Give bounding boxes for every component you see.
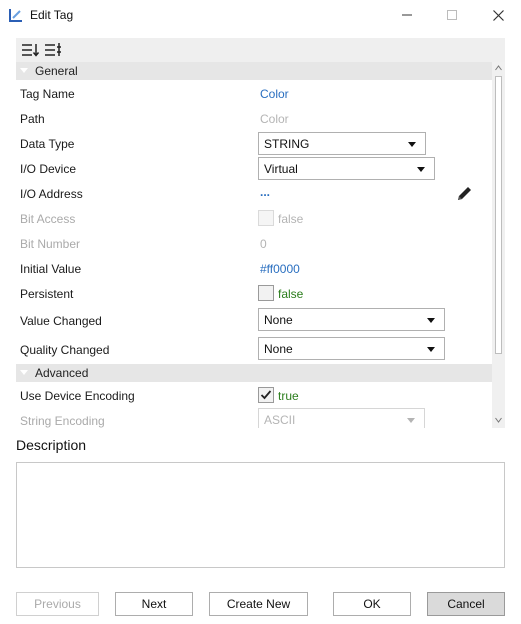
property-label: Initial Value <box>20 262 82 276</box>
use-device-encoding-value: true <box>278 389 299 403</box>
property-label: I/O Address <box>20 187 83 201</box>
next-button[interactable]: Next <box>115 592 193 616</box>
property-use-device-encoding[interactable]: Use Device Encoding true <box>16 383 492 408</box>
quality-changed-select[interactable]: None <box>258 337 445 360</box>
property-tag-name[interactable]: Tag Name Color <box>16 81 492 106</box>
category-label: Advanced <box>35 366 89 380</box>
property-label: Value Changed <box>20 314 102 328</box>
sort-categorized-button[interactable] <box>21 41 40 59</box>
create-new-button[interactable]: Create New <box>209 592 308 616</box>
string-encoding-selected: ASCII <box>264 413 296 427</box>
string-encoding-select: ASCII <box>258 408 425 428</box>
quality-changed-selected: None <box>264 342 293 356</box>
scroll-up-icon[interactable] <box>495 65 502 71</box>
property-label: Use Device Encoding <box>20 389 135 403</box>
minimize-button[interactable] <box>384 0 430 30</box>
property-initial-value[interactable]: Initial Value #ff0000 <box>16 256 492 281</box>
property-bit-access: Bit Access false <box>16 206 492 231</box>
close-icon <box>492 9 504 21</box>
close-button[interactable] <box>475 0 521 30</box>
property-persistent[interactable]: Persistent false <box>16 281 492 306</box>
app-icon <box>9 9 22 22</box>
property-label: Path <box>20 112 45 126</box>
sort-alphabetical-button[interactable] <box>44 41 62 59</box>
property-grid: General Tag Name Color Path Color Data T… <box>16 62 505 428</box>
property-value-changed[interactable]: Value Changed None <box>16 308 492 333</box>
data-type-selected: STRING <box>264 137 310 151</box>
description-label: Description <box>16 437 87 453</box>
window-title: Edit Tag <box>30 8 74 22</box>
use-device-encoding-checkbox[interactable] <box>258 387 274 403</box>
edit-address-button[interactable] <box>456 185 473 202</box>
property-data-type[interactable]: Data Type STRING <box>16 131 492 156</box>
tag-name-value[interactable]: Color <box>260 87 289 101</box>
persistent-checkbox[interactable] <box>258 285 274 301</box>
property-label: Persistent <box>20 287 74 301</box>
io-device-select[interactable]: Virtual <box>258 157 435 180</box>
property-string-encoding: String Encoding ASCII <box>16 408 492 428</box>
category-label: General <box>35 64 78 78</box>
collapse-arrow-icon <box>20 68 28 73</box>
data-type-select[interactable]: STRING <box>258 132 426 155</box>
collapse-arrow-icon <box>20 370 28 375</box>
io-address-value[interactable]: ... <box>260 185 270 199</box>
property-label: Data Type <box>20 137 75 151</box>
io-device-selected: Virtual <box>264 162 298 176</box>
checkmark-icon <box>260 390 272 400</box>
category-advanced[interactable]: Advanced <box>16 364 492 382</box>
description-textarea[interactable] <box>16 462 505 568</box>
bit-access-value: false <box>278 212 304 226</box>
dropdown-arrow-icon <box>417 167 425 172</box>
property-label: I/O Device <box>20 162 77 176</box>
property-bit-number: Bit Number 0 <box>16 231 492 256</box>
value-changed-selected: None <box>264 313 293 327</box>
property-label: Quality Changed <box>20 343 110 357</box>
ok-button[interactable]: OK <box>333 592 411 616</box>
value-changed-select[interactable]: None <box>258 308 445 331</box>
bit-number-value: 0 <box>260 237 267 251</box>
dropdown-arrow-icon <box>407 418 415 423</box>
property-io-device[interactable]: I/O Device Virtual <box>16 156 492 181</box>
previous-button: Previous <box>16 592 99 616</box>
path-value: Color <box>260 112 289 126</box>
property-label: Tag Name <box>20 87 75 101</box>
property-grid-toolbar <box>16 38 505 62</box>
maximize-button[interactable] <box>429 0 475 30</box>
maximize-icon <box>447 10 457 20</box>
cancel-button[interactable]: Cancel <box>427 592 505 616</box>
pencil-icon <box>458 187 471 200</box>
bit-access-checkbox <box>258 210 274 226</box>
minimize-icon <box>402 14 412 16</box>
vertical-scrollbar[interactable] <box>492 62 505 428</box>
property-label: Bit Access <box>20 212 76 226</box>
persistent-value: false <box>278 287 304 301</box>
initial-value-value[interactable]: #ff0000 <box>260 262 300 276</box>
property-quality-changed[interactable]: Quality Changed None <box>16 337 492 362</box>
property-path: Path Color <box>16 106 492 131</box>
dropdown-arrow-icon <box>408 142 416 147</box>
property-label: String Encoding <box>20 414 105 428</box>
scrollbar-thumb[interactable] <box>495 76 502 354</box>
dropdown-arrow-icon <box>427 318 435 323</box>
scroll-down-icon[interactable] <box>495 417 502 423</box>
property-label: Bit Number <box>20 237 81 251</box>
title-bar: Edit Tag <box>0 0 521 30</box>
sort-categorized-icon <box>22 44 40 57</box>
sort-alphabetical-icon <box>45 43 61 56</box>
category-general[interactable]: General <box>16 62 492 80</box>
property-io-address[interactable]: I/O Address ... <box>16 181 492 206</box>
dropdown-arrow-icon <box>427 347 435 352</box>
